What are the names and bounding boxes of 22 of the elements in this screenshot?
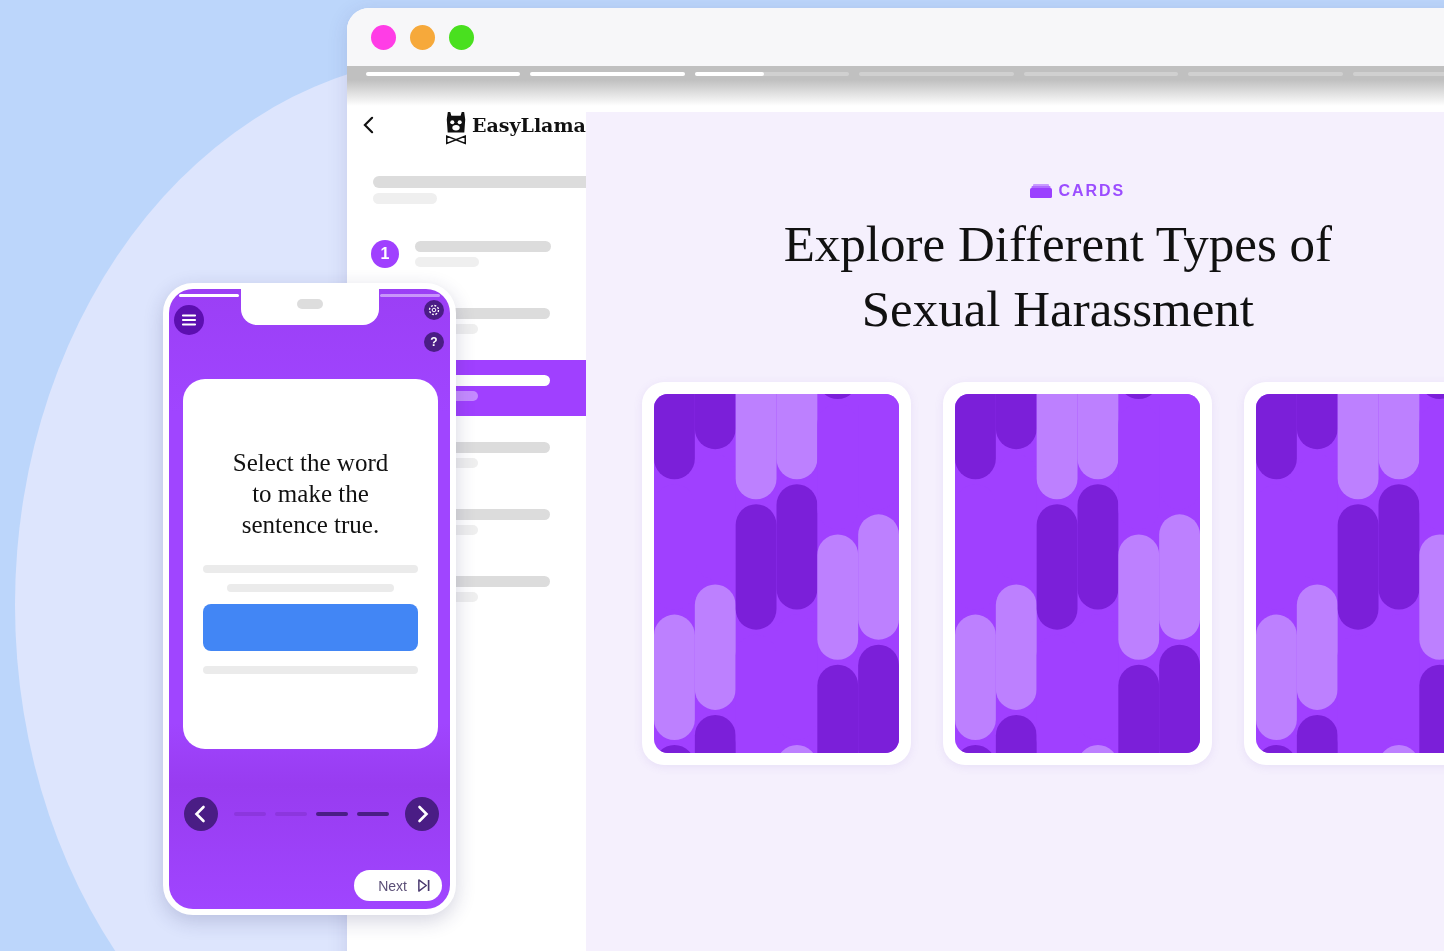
- menu-icon[interactable]: [174, 305, 204, 335]
- minimize-window-dot[interactable]: [410, 24, 435, 50]
- lesson-item[interactable]: [455, 360, 586, 416]
- question-text: Select the word to make the sentence true.: [231, 448, 390, 540]
- back-chevron-icon[interactable]: [363, 116, 374, 134]
- help-button[interactable]: ?: [424, 332, 444, 352]
- answer-button[interactable]: [203, 604, 418, 651]
- step-number: 1: [371, 240, 399, 268]
- close-window-dot[interactable]: [371, 24, 396, 50]
- skip-forward-icon: [417, 878, 430, 893]
- next-button[interactable]: Next: [354, 870, 442, 901]
- logo-text: EasyLlama: [472, 114, 586, 136]
- pager-dash[interactable]: [357, 812, 389, 816]
- maximize-window-dot[interactable]: [449, 24, 474, 50]
- page-title: Explore Different Types of Sexual Harassment: [782, 215, 1333, 339]
- lesson-item[interactable]: 1: [347, 226, 586, 282]
- progress-segment: [179, 294, 239, 297]
- progress-segment: [380, 294, 440, 297]
- pager-dash[interactable]: [316, 812, 348, 816]
- settings-icon[interactable]: [424, 300, 444, 320]
- card-stack-icon: [1030, 184, 1053, 198]
- section-label: CARDS: [1058, 182, 1126, 200]
